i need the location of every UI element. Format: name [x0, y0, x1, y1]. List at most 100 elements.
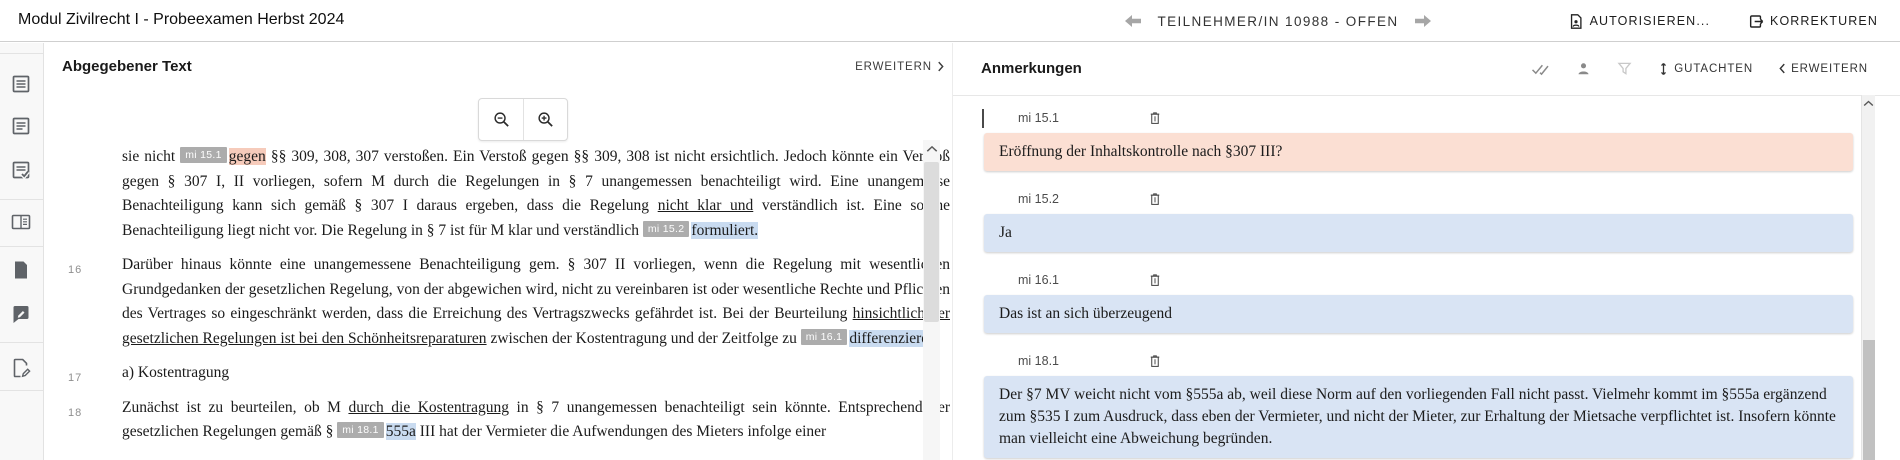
- chevron-left-icon: [1779, 63, 1786, 74]
- annotation-card[interactable]: Das ist an sich überzeugend: [984, 295, 1853, 333]
- annotation-card[interactable]: Eröffnung der Inhaltskontrolle nach §307…: [984, 133, 1853, 171]
- top-bar: Modul Zivilrecht I - Probeexamen Herbst …: [0, 0, 1900, 42]
- sidebar-item-pages[interactable]: [10, 259, 34, 283]
- annotations-panel-header: Anmerkungen: [953, 43, 1900, 94]
- text-segment: Zunächst ist zu beurteilen, ob M: [122, 399, 348, 416]
- text-segment: Darüber hinaus könnte eine unangemessene…: [122, 256, 950, 322]
- delete-annotation-button[interactable]: [1149, 191, 1163, 207]
- sidebar-item-text-alt[interactable]: [10, 115, 34, 139]
- scroll-up-button[interactable]: [923, 140, 940, 158]
- comment-edit-icon: [10, 303, 32, 325]
- sidebar-divider: [0, 342, 43, 343]
- previous-participant-button[interactable]: [1122, 12, 1144, 30]
- trash-icon: [1149, 273, 1161, 287]
- annotation-ref-tag[interactable]: mi 15.2: [643, 221, 690, 237]
- annotation-id-label: mi 16.1: [1018, 273, 1059, 287]
- zoom-in-button[interactable]: [523, 99, 567, 140]
- top-bar-actions: AUTORISIEREN... KORREKTUREN: [1568, 0, 1878, 42]
- paragraph: 16Darüber hinaus könnte eine unangemesse…: [122, 253, 950, 351]
- text-segment: sie nicht: [122, 148, 180, 165]
- annotation-row: mi 15.1 Eröffnung der Inhaltskontrolle na…: [984, 110, 1853, 171]
- document-check-icon: [10, 159, 32, 181]
- sidebar-item-edit-document[interactable]: [10, 357, 34, 381]
- text-segment: III hat der Vermieter die Aufwendungen d…: [416, 423, 826, 440]
- arrow-right-icon: [1412, 13, 1434, 29]
- app-window: Modul Zivilrecht I - Probeexamen Herbst …: [0, 0, 1900, 460]
- annotation-ref-tag[interactable]: mi 15.1: [180, 147, 227, 163]
- annotation-label-row: mi 16.1: [984, 272, 1853, 288]
- book-open-icon: [10, 211, 32, 233]
- annotation-id-label: mi 18.1: [1018, 354, 1059, 368]
- annotations-expand-label: ERWEITERN: [1791, 63, 1868, 75]
- document-expand-label: ERWEITERN: [855, 61, 932, 73]
- filter-button[interactable]: [1617, 61, 1632, 76]
- authorize-document-icon: [1568, 13, 1584, 30]
- sidebar-item-comments[interactable]: [10, 303, 34, 327]
- sidebar-item-text-view[interactable]: [10, 73, 34, 97]
- text-segment: formuliert.: [691, 222, 758, 239]
- sidebar-divider: [0, 199, 43, 200]
- annotation-ref-tag[interactable]: mi 16.1: [801, 329, 848, 345]
- document-lines-icon: [10, 115, 32, 137]
- scrollbar-thumb[interactable]: [1863, 340, 1875, 460]
- next-participant-button[interactable]: [1412, 12, 1434, 30]
- line-number: 17: [68, 366, 82, 391]
- zoom-in-icon: [536, 110, 555, 129]
- trash-icon: [1149, 111, 1161, 125]
- filter-funnel-icon: [1617, 61, 1632, 76]
- text-segment: gegen: [229, 148, 266, 165]
- scrollbar-thumb[interactable]: [924, 162, 939, 322]
- document-expand-button[interactable]: ERWEITERN: [855, 61, 944, 73]
- annotations-expand-button[interactable]: ERWEITERN: [1779, 63, 1868, 75]
- document-lines-icon: [10, 73, 32, 95]
- gutachten-sort-button[interactable]: GUTACHTEN: [1658, 61, 1753, 77]
- sidebar-divider: [0, 246, 43, 247]
- corrections-label: KORREKTUREN: [1770, 14, 1878, 28]
- line-number: 18: [68, 401, 82, 426]
- participant-navigation: TEILNEHMER/IN 10988 - OFFEN: [1122, 0, 1434, 42]
- double-check-icon: [1531, 61, 1550, 76]
- annotation-card[interactable]: Ja: [984, 214, 1853, 252]
- mark-all-done-button[interactable]: [1531, 61, 1550, 76]
- left-sidebar: [0, 43, 44, 460]
- sidebar-divider: [0, 53, 43, 54]
- annotation-ref-tag[interactable]: mi 18.1: [337, 422, 384, 438]
- corrector-filter-button[interactable]: [1576, 61, 1591, 77]
- arrow-left-icon: [1122, 13, 1144, 29]
- sidebar-item-review-done[interactable]: [10, 159, 34, 183]
- annotations-scrollbar[interactable]: [1861, 95, 1875, 460]
- annotation-label-row: mi 15.2: [984, 191, 1853, 207]
- gutachten-label: GUTACHTEN: [1674, 63, 1753, 75]
- paragraph: 17a) Kostentragung: [122, 361, 950, 386]
- document-panel-header: Abgegebener Text ERWEITERN: [44, 43, 952, 75]
- annotation-card[interactable]: Der §7 MV weicht nicht vom §555a ab, wei…: [984, 376, 1853, 458]
- delete-annotation-button[interactable]: [1149, 272, 1163, 288]
- text-segment: 555a: [386, 423, 416, 440]
- annotations-toolbar: GUTACHTEN ERWEITERN: [1531, 61, 1868, 77]
- annotation-label-row: mi 18.1: [984, 353, 1853, 369]
- chevron-right-icon: [937, 61, 944, 72]
- authorize-button[interactable]: AUTORISIEREN...: [1568, 13, 1710, 30]
- person-icon: [1576, 61, 1591, 77]
- annotation-label-row: mi 15.1: [984, 110, 1853, 126]
- zoom-out-button[interactable]: [479, 99, 523, 140]
- delete-annotation-button[interactable]: [1149, 353, 1163, 369]
- annotations-list: mi 15.1 Eröffnung der Inhaltskontrolle na…: [953, 95, 1900, 460]
- scroll-up-button[interactable]: [1862, 95, 1875, 111]
- annotation-id-label: mi 15.2: [1018, 192, 1059, 206]
- delete-annotation-button[interactable]: [1149, 110, 1163, 126]
- sidebar-item-reader-view[interactable]: [10, 211, 34, 235]
- annotations-panel-title: Anmerkungen: [981, 60, 1082, 77]
- submitted-text-panel: Abgegebener Text ERWEITERN: [44, 43, 952, 460]
- text-segment: zwischen der Kostentragung und der Zeitf…: [487, 330, 801, 347]
- trash-icon: [1149, 192, 1161, 206]
- page-edit-icon: [10, 357, 32, 379]
- text-segment: nicht klar und: [658, 197, 754, 214]
- chevron-up-icon: [1863, 100, 1874, 107]
- annotations-panel: Anmerkungen: [952, 43, 1900, 460]
- corrections-button[interactable]: KORREKTUREN: [1748, 13, 1878, 30]
- text-segment: durch die Kostentragung: [348, 399, 509, 416]
- zoom-out-icon: [492, 110, 511, 129]
- line-number: 16: [68, 258, 82, 283]
- document-scrollbar[interactable]: [923, 140, 940, 460]
